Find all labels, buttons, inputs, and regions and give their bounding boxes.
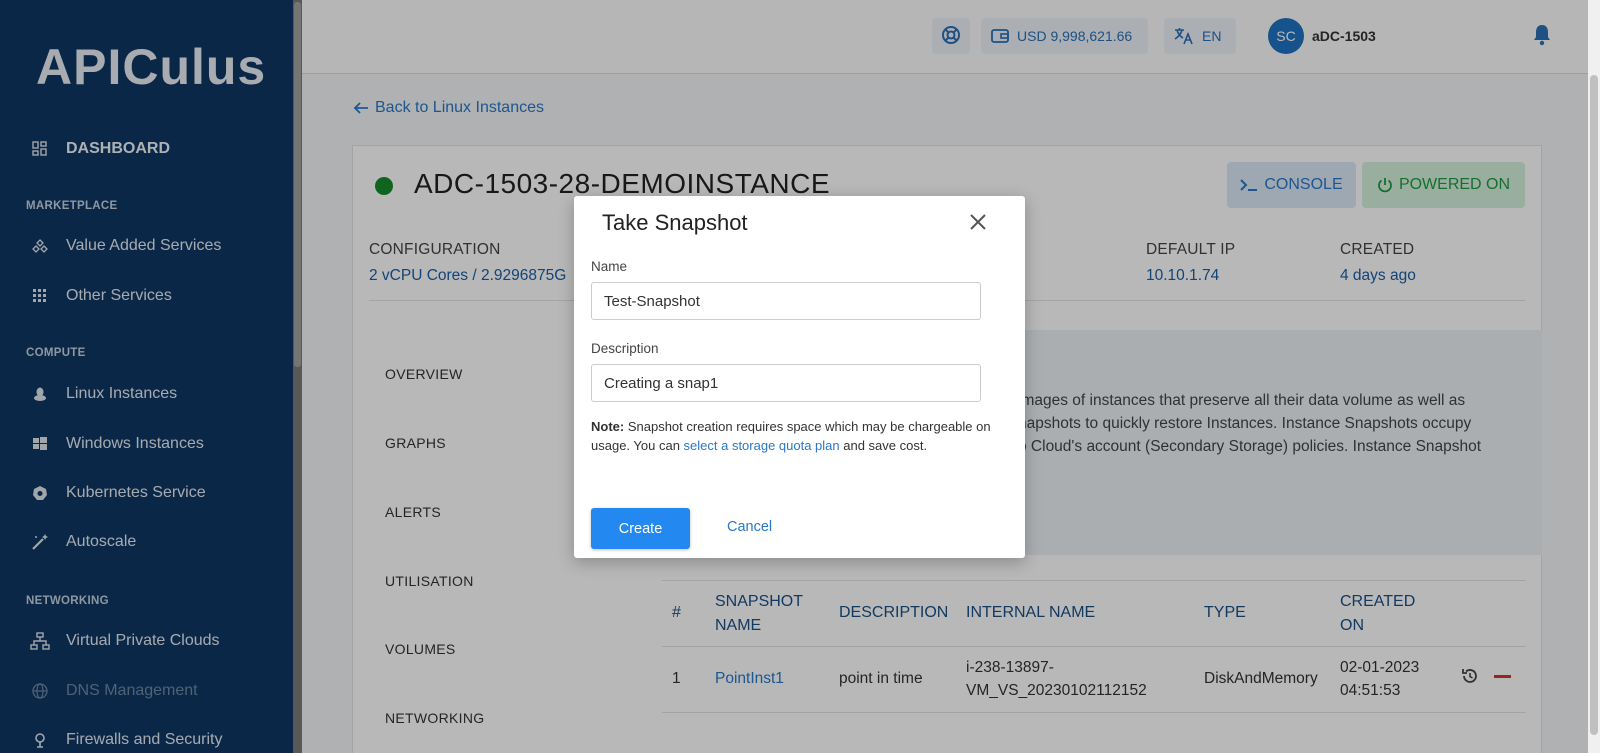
- cancel-button[interactable]: Cancel: [727, 519, 772, 535]
- storage-quota-plan-link[interactable]: select a storage quota plan: [684, 438, 840, 453]
- snapshot-name-input[interactable]: [591, 282, 981, 320]
- create-button[interactable]: Create: [591, 508, 690, 549]
- note-text: and save cost.: [839, 437, 928, 453]
- name-label: Name: [591, 259, 628, 274]
- description-label: Description: [591, 341, 659, 356]
- snapshot-note: Note: Snapshot creation requires space w…: [591, 418, 991, 455]
- close-icon[interactable]: [968, 212, 990, 234]
- modal-title: Take Snapshot: [602, 210, 748, 235]
- take-snapshot-modal: Take Snapshot Name Description Note: Sna…: [574, 196, 1025, 558]
- note-bold: Note:: [591, 419, 625, 434]
- snapshot-description-input[interactable]: [591, 364, 981, 402]
- page-scrollbar[interactable]: [1588, 0, 1600, 753]
